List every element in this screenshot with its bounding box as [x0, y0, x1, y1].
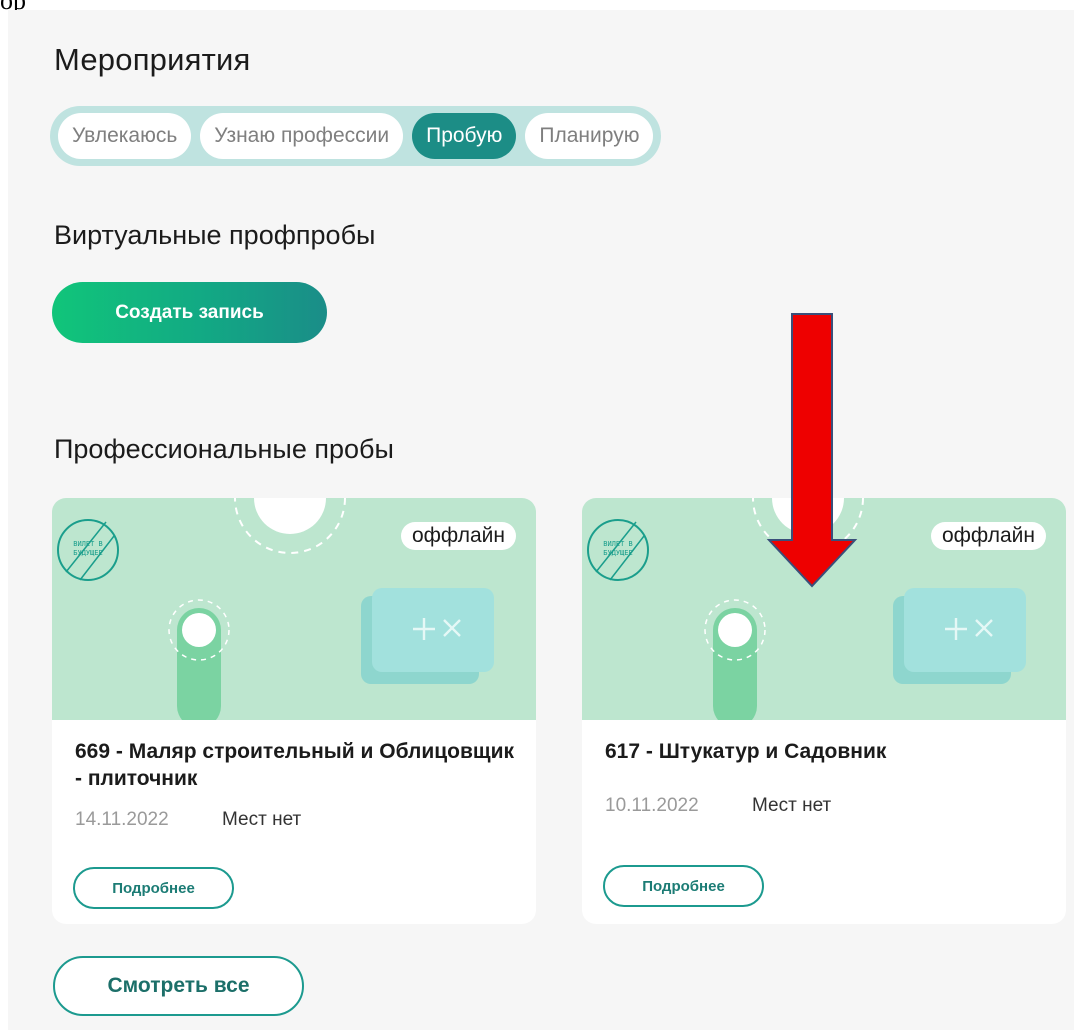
card-date: 14.11.2022	[75, 809, 169, 830]
card-date: 10.11.2022	[605, 795, 699, 816]
details-button[interactable]: Подробнее	[73, 867, 234, 909]
see-all-button[interactable]: Смотреть все	[53, 956, 304, 1016]
virtual-trials-heading: Виртуальные профпробы	[54, 220, 376, 250]
logo-text-line-1: ВИЛЕТ В	[73, 540, 103, 548]
card-illustration: ВИЛЕТ В БУДУЩЕЕ оффлайн	[52, 498, 536, 720]
logo-text-line-1: ВИЛЕТ В	[603, 540, 633, 548]
offline-badge: оффлайн	[930, 522, 1046, 550]
card-seats-status: Мест нет	[752, 795, 832, 816]
professional-trials-heading: Профессиональные пробы	[54, 434, 394, 464]
tab-learn-professions[interactable]: Узнаю профессии	[200, 113, 404, 159]
offline-badge: оффлайн	[400, 522, 516, 550]
logo-text-line-2: БУДУЩЕЕ	[73, 549, 103, 557]
down-arrow-icon	[766, 313, 858, 588]
details-button[interactable]: Подробнее	[603, 865, 764, 907]
tab-hobby[interactable]: Увлекаюсь	[58, 113, 192, 159]
card-seats-status: Мест нет	[222, 809, 302, 830]
tab-switcher: Увлекаюсь Узнаю профессии Пробую Планиру…	[50, 106, 662, 166]
tab-plan[interactable]: Планирую	[525, 113, 654, 159]
tab-try[interactable]: Пробую	[412, 113, 517, 159]
event-card: ВИЛЕТ В БУДУЩЕЕ оффлайн 669 - Маляр стро…	[52, 498, 536, 924]
page-title: Мероприятия	[54, 42, 251, 77]
logo-text-line-2: БУДУЩЕЕ	[603, 549, 633, 557]
create-record-button[interactable]: Создать запись	[52, 282, 327, 343]
card-title: 669 - Маляр строительный и Облицовщик - …	[75, 740, 515, 790]
card-title: 617 - Штукатур и Садовник	[605, 740, 887, 763]
